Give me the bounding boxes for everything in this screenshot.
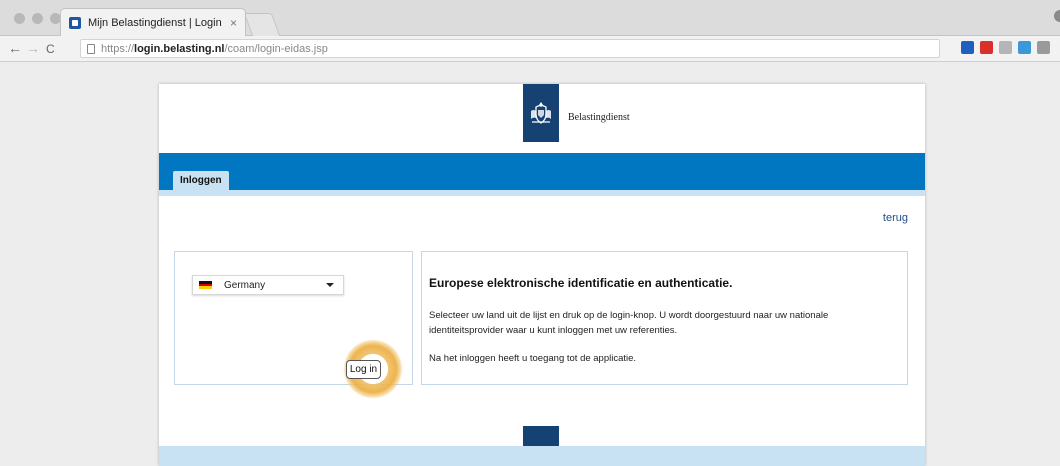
extension-blue-icon[interactable] bbox=[1018, 41, 1031, 54]
page-icon bbox=[87, 43, 95, 54]
info-paragraph-1: Selecteer uw land uit de lijst en druk o… bbox=[429, 310, 829, 336]
close-window-dot[interactable] bbox=[14, 13, 25, 24]
extensions-area bbox=[961, 41, 1050, 54]
nav-bar: Inloggen bbox=[159, 153, 925, 190]
new-tab-button[interactable] bbox=[243, 13, 281, 36]
country-select-value: Germany bbox=[224, 279, 266, 291]
favicon-icon bbox=[69, 16, 81, 29]
browser-titlebar: Mijn Belastingdienst | Login × bbox=[0, 0, 1060, 36]
crest-icon bbox=[531, 102, 551, 124]
site-header: Belastingdienst bbox=[159, 84, 925, 153]
address-bar[interactable]: https://login.belasting.nl/coam/login-ei… bbox=[80, 39, 940, 58]
back-arrow-icon[interactable]: ← bbox=[8, 40, 22, 56]
profile-icon[interactable] bbox=[1054, 10, 1060, 22]
login-button[interactable]: Log in bbox=[346, 360, 381, 379]
info-paragraph-2: Na het inloggen heeft u toegang tot de a… bbox=[429, 353, 637, 364]
tab-close-icon[interactable]: × bbox=[230, 16, 237, 30]
tab-inloggen[interactable]: Inloggen bbox=[173, 171, 229, 190]
minimize-window-dot[interactable] bbox=[32, 13, 43, 24]
extension-red-icon[interactable] bbox=[980, 41, 993, 54]
country-select-panel: Germany Log in bbox=[174, 251, 413, 399]
extension-grey-icon[interactable] bbox=[999, 41, 1012, 54]
footer-bar bbox=[159, 446, 925, 466]
browser-toolbar: ← → C https://login.belasting.nl/coam/lo… bbox=[0, 36, 1060, 62]
info-panel: Europese elektronische identificatie en … bbox=[421, 251, 908, 385]
browser-tab[interactable]: Mijn Belastingdienst | Login × bbox=[60, 8, 246, 36]
caret-down-icon bbox=[326, 283, 334, 287]
page-background: Belastingdienst Inloggen terug Germany L… bbox=[0, 62, 1060, 466]
extension-s-icon[interactable] bbox=[1037, 41, 1050, 54]
logo-text: Belastingdienst bbox=[568, 112, 630, 123]
url-text: https://login.belasting.nl/coam/login-ei… bbox=[101, 42, 328, 55]
tab-title: Mijn Belastingdienst | Login bbox=[88, 16, 222, 29]
germany-flag-icon bbox=[199, 281, 212, 290]
country-select[interactable]: Germany bbox=[192, 275, 344, 295]
forward-arrow-icon[interactable]: → bbox=[26, 40, 40, 56]
back-link[interactable]: terug bbox=[883, 212, 908, 224]
nav-underline bbox=[159, 190, 925, 196]
window-controls bbox=[14, 13, 61, 24]
reload-icon[interactable]: C bbox=[46, 41, 55, 57]
logo-block bbox=[523, 84, 559, 142]
extension-info-icon[interactable] bbox=[961, 41, 974, 54]
info-title: Europese elektronische identificatie en … bbox=[429, 276, 733, 290]
login-card: Belastingdienst Inloggen terug Germany L… bbox=[159, 84, 925, 466]
footer-logo-block bbox=[523, 426, 559, 446]
